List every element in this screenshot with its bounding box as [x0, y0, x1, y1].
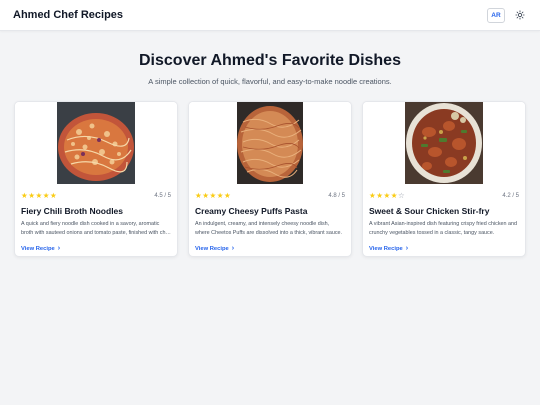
recipe-description: A quick and fiery noodle dish cooked in …	[21, 221, 170, 236]
sun-icon	[515, 10, 525, 20]
view-recipe-label: View Recipe	[369, 245, 403, 252]
star-icon: ★	[383, 191, 391, 201]
star-icon: ★	[35, 191, 43, 201]
star-icon: ★	[21, 191, 28, 201]
recipe-card[interactable]: ★ ★ ★ ★ ☆ 4.2 / 5 Sweet & Sour Chicken S…	[362, 101, 526, 257]
star-rating: ★ ★ ★ ★ ★	[195, 192, 231, 200]
rating-score: 4.5 / 5	[154, 193, 171, 199]
recipe-title[interactable]: Sweet & Sour Chicken Stir-fry	[369, 206, 519, 216]
view-recipe-label: View Recipe	[195, 245, 229, 252]
star-icon: ★	[223, 191, 231, 201]
recipe-image[interactable]	[15, 102, 177, 184]
top-bar: Ahmed Chef Recipes AR	[0, 0, 540, 31]
recipe-description: A vibrant Asian-inspired dish featuring …	[369, 221, 518, 236]
star-icon: ★	[216, 191, 224, 201]
view-recipe-link[interactable]: View Recipe ›	[195, 245, 345, 252]
recipe-image[interactable]	[363, 102, 525, 184]
theme-toggle-button[interactable]	[513, 8, 527, 22]
recipe-image[interactable]	[189, 102, 351, 184]
recipe-title[interactable]: Creamy Cheesy Puffs Pasta	[195, 206, 345, 216]
star-icon: ★	[28, 191, 35, 201]
chili-noodles-photo	[57, 102, 135, 184]
hero-subtitle: A simple collection of quick, flavorful,…	[148, 77, 392, 86]
recipe-card[interactable]: ★ ★ ★ ★ ★ 4.5 / 5 Fiery Chili Broth Nood…	[14, 101, 178, 257]
view-recipe-link[interactable]: View Recipe ›	[369, 245, 519, 252]
star-icon: ★	[390, 191, 398, 201]
recipe-card[interactable]: ★ ★ ★ ★ ★ 4.8 / 5 Creamy Cheesy Puffs Pa…	[188, 101, 352, 257]
star-icon: ★	[209, 191, 217, 201]
star-rating: ★ ★ ★ ★ ★	[21, 192, 57, 200]
star-icon: ★	[42, 191, 50, 201]
recipe-description: An indulgent, creamy, and intensely chee…	[195, 221, 343, 236]
star-icon: ★	[369, 191, 376, 201]
star-rating: ★ ★ ★ ★ ☆	[369, 192, 405, 200]
star-icon: ★	[195, 191, 202, 201]
star-icon: ★	[376, 191, 383, 201]
language-toggle-button[interactable]: AR	[487, 7, 505, 23]
star-icon: ★	[49, 191, 57, 201]
star-icon: ★	[202, 191, 209, 201]
hero-title: Discover Ahmed's Favorite Dishes	[139, 52, 401, 69]
star-outline-icon: ☆	[397, 191, 405, 201]
chevron-right-icon: ›	[231, 245, 235, 252]
view-recipe-link[interactable]: View Recipe ›	[21, 245, 171, 252]
hero-section: Discover Ahmed's Favorite Dishes A simpl…	[0, 52, 540, 86]
chevron-right-icon: ›	[405, 245, 409, 252]
chevron-right-icon: ›	[57, 245, 61, 252]
view-recipe-label: View Recipe	[21, 245, 55, 252]
site-title[interactable]: Ahmed Chef Recipes	[13, 9, 123, 21]
recipe-grid: ★ ★ ★ ★ ★ 4.5 / 5 Fiery Chili Broth Nood…	[14, 101, 526, 257]
recipe-title[interactable]: Fiery Chili Broth Noodles	[21, 206, 171, 216]
rating-score: 4.8 / 5	[328, 193, 345, 199]
rating-score: 4.2 / 5	[502, 193, 519, 199]
stir-fry-photo	[405, 102, 483, 184]
cheesy-pasta-photo	[237, 102, 303, 184]
header-actions: AR	[487, 7, 527, 23]
